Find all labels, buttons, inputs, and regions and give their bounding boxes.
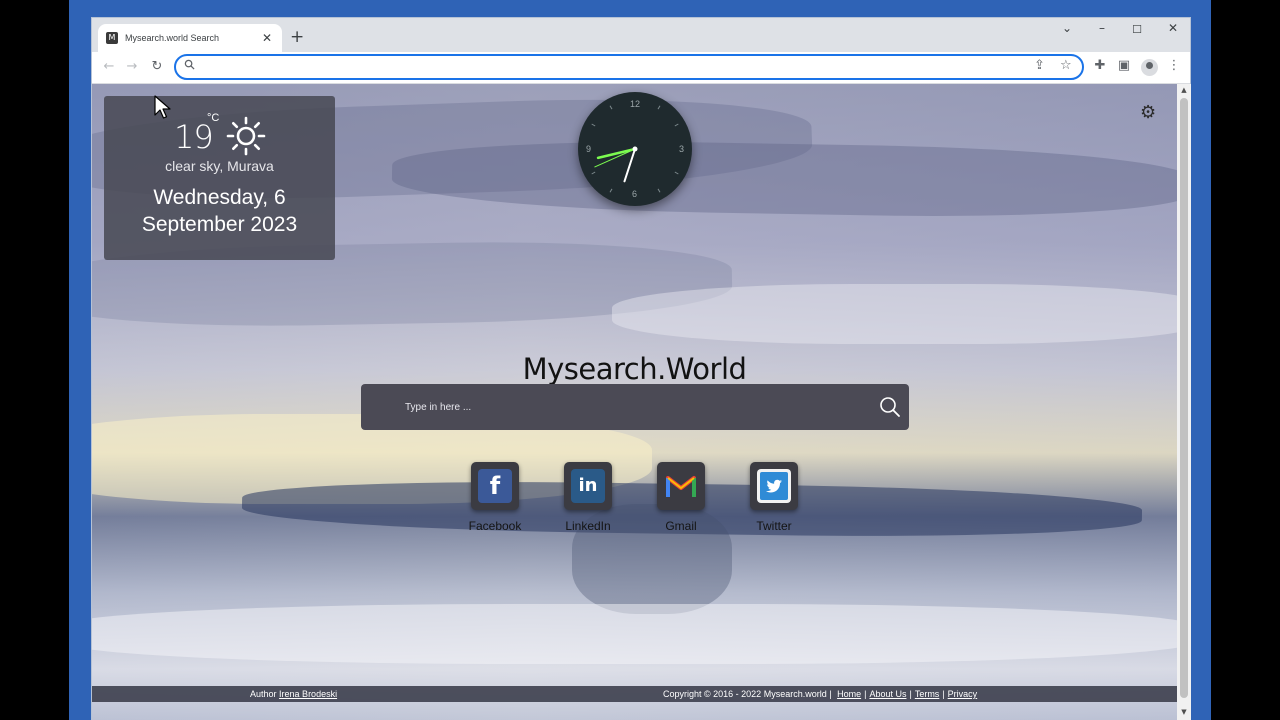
clock-tick xyxy=(674,123,679,127)
scrollbar-thumb[interactable] xyxy=(1180,98,1188,698)
sun-icon xyxy=(226,116,266,156)
twitter-icon[interactable] xyxy=(750,462,798,510)
social-label: LinkedIn xyxy=(565,519,611,533)
address-bar[interactable]: ⇪ ☆ xyxy=(174,54,1084,80)
clock-number-3: 3 xyxy=(679,144,685,154)
address-input[interactable] xyxy=(200,58,1020,76)
analog-clock: 12 3 6 9 xyxy=(578,92,692,206)
author-credit: Author Irena Brodeski xyxy=(250,689,337,699)
extensions-icon[interactable]: ✚ xyxy=(1091,58,1109,73)
page-footer: Author Irena Brodeski Copyright © 2016 -… xyxy=(92,686,1177,702)
forward-arrow-icon[interactable]: → xyxy=(123,59,141,74)
footer-separator: | xyxy=(942,689,945,699)
clock-number-6: 6 xyxy=(632,189,638,199)
page-scrollbar[interactable]: ▲ ▼ xyxy=(1177,84,1191,720)
minimize-icon[interactable]: – xyxy=(1092,21,1112,35)
social-link-gmail[interactable]: Gmail xyxy=(631,462,731,533)
brand-title: Mysearch.World xyxy=(522,352,747,386)
footer-link-terms[interactable]: Terms xyxy=(915,689,940,699)
clock-tick xyxy=(674,171,679,175)
facebook-icon[interactable]: f xyxy=(471,462,519,510)
clock-tick xyxy=(609,188,613,193)
footer-separator: | xyxy=(909,689,912,699)
window-close-icon[interactable]: ✕ xyxy=(1163,21,1183,35)
favicon-icon: M xyxy=(106,32,118,44)
search-input[interactable] xyxy=(405,396,865,418)
new-tab-page: 19 °C clear sky, Murava Wednesday, 6 Sep… xyxy=(92,84,1177,720)
menu-dots-icon[interactable]: ⋮ xyxy=(1165,58,1183,73)
clock-tick xyxy=(657,105,661,110)
browser-toolbar: ← → ↻ ⇪ ☆ ✚ ▣ ⋮ xyxy=(92,52,1190,84)
maximize-icon[interactable]: ☐ xyxy=(1127,23,1147,36)
search-icon xyxy=(184,59,195,70)
footer-link-about[interactable]: About Us xyxy=(869,689,906,699)
profile-avatar[interactable] xyxy=(1141,59,1158,76)
social-link-twitter[interactable]: Twitter xyxy=(724,462,824,533)
scroll-up-arrow-icon[interactable]: ▲ xyxy=(1180,86,1188,94)
clock-center xyxy=(632,146,638,152)
hour-hand xyxy=(596,147,637,160)
gmail-icon[interactable] xyxy=(657,462,705,510)
gmail-glyph xyxy=(666,476,696,497)
temperature-unit: °C xyxy=(207,112,220,124)
social-label: Gmail xyxy=(665,519,697,533)
copyright-text: Copyright © 2016 - 2022 Mysearch.world | xyxy=(663,689,832,699)
weather-condition: clear sky, Murava xyxy=(165,158,274,174)
footer-link-privacy[interactable]: Privacy xyxy=(948,689,978,699)
browser-window: M Mysearch.world Search ✕ + ⌄ – ☐ ✕ ← → … xyxy=(91,17,1191,720)
footer-link-home[interactable]: Home xyxy=(837,689,861,699)
linkedin-icon[interactable]: in xyxy=(564,462,612,510)
share-icon[interactable]: ⇪ xyxy=(1034,58,1045,73)
reload-icon[interactable]: ↻ xyxy=(148,59,166,74)
facebook-glyph: f xyxy=(478,469,512,503)
minute-hand xyxy=(623,148,636,183)
current-date: Wednesday, 6 September 2023 xyxy=(141,186,298,236)
star-icon[interactable]: ☆ xyxy=(1060,58,1072,73)
clock-tick xyxy=(591,123,596,127)
footer-separator: | xyxy=(864,689,867,699)
author-link[interactable]: Irena Brodeski xyxy=(279,689,337,699)
social-link-linkedin[interactable]: in LinkedIn xyxy=(538,462,638,533)
footer-links: Copyright © 2016 - 2022 Mysearch.world |… xyxy=(663,689,977,699)
clock-tick xyxy=(591,171,596,175)
social-label: Facebook xyxy=(468,519,522,533)
plus-icon[interactable]: + xyxy=(290,27,304,47)
twitter-frame xyxy=(757,469,791,503)
browser-tab[interactable]: M Mysearch.world Search ✕ xyxy=(98,24,282,52)
clock-tick xyxy=(609,105,613,110)
tab-strip: M Mysearch.world Search ✕ + ⌄ – ☐ ✕ xyxy=(92,18,1190,52)
social-label: Twitter xyxy=(756,519,792,533)
linkedin-glyph: in xyxy=(571,469,605,503)
clock-number-9: 9 xyxy=(586,144,592,154)
scroll-down-arrow-icon[interactable]: ▼ xyxy=(1180,708,1188,716)
author-prefix: Author xyxy=(250,689,277,699)
side-panel-icon[interactable]: ▣ xyxy=(1115,58,1133,73)
gear-icon[interactable]: ⚙ xyxy=(1140,102,1156,123)
close-icon[interactable]: ✕ xyxy=(260,31,274,45)
search-box[interactable] xyxy=(361,384,909,430)
chevron-down-icon[interactable]: ⌄ xyxy=(1057,21,1077,35)
weather-widget: 19 °C clear sky, Murava Wednesday, 6 Sep… xyxy=(104,96,335,260)
watercolor-stroke xyxy=(92,604,1177,664)
mouse-cursor-icon xyxy=(154,95,171,119)
social-link-facebook[interactable]: f Facebook xyxy=(445,462,545,533)
clock-tick xyxy=(657,188,661,193)
tab-title: Mysearch.world Search xyxy=(125,33,220,43)
search-icon[interactable] xyxy=(878,395,902,419)
back-arrow-icon[interactable]: ← xyxy=(100,59,118,74)
watercolor-stroke xyxy=(612,284,1177,344)
watercolor-stroke xyxy=(391,137,1177,221)
twitter-bird-icon xyxy=(760,472,788,500)
clock-number-12: 12 xyxy=(630,99,641,109)
